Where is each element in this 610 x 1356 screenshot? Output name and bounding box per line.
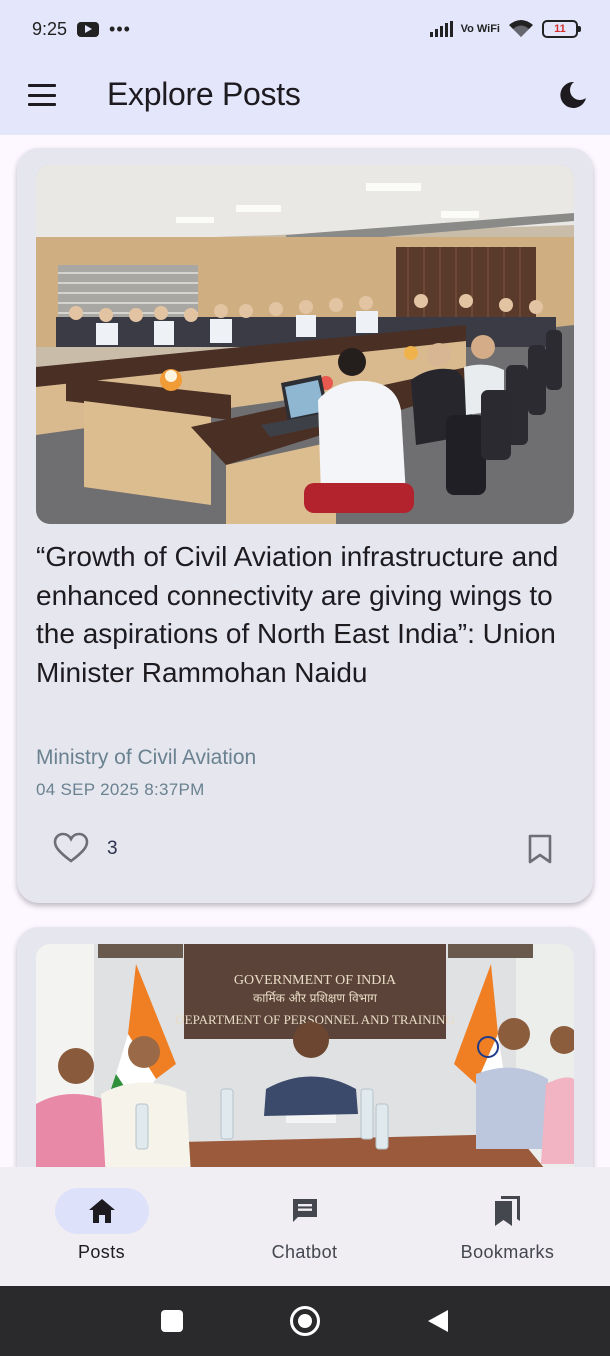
status-bar: 9:25 ••• Vo WiFi 11 [0,0,610,58]
app-bar: Explore Posts [0,58,610,135]
post-image[interactable]: GOVERNMENT OF INDIA कार्मिक और प्रशिक्षण… [36,944,574,1167]
post-title[interactable]: “Growth of Civil Aviation infrastructure… [36,538,576,692]
chat-icon [292,1199,317,1222]
sign-line-1: GOVERNMENT OF INDIA [234,973,397,988]
sign-line-2: कार्मिक और प्रशिक्षण विभाग [253,991,377,1005]
nav-active-indicator [54,1188,149,1234]
nav-item-posts[interactable]: Posts [0,1167,203,1286]
heart-icon[interactable] [53,832,89,864]
home-button[interactable] [290,1306,320,1336]
like-count: 3 [107,838,118,859]
back-button[interactable] [428,1310,448,1332]
vowifi-label: Vo WiFi [460,22,500,35]
nav-item-bookmarks[interactable]: Bookmarks [406,1167,609,1286]
nav-item-chatbot[interactable]: Chatbot [203,1167,406,1286]
system-navigation-bar [0,1286,610,1356]
posts-feed[interactable]: “Growth of Civil Aviation infrastructure… [0,135,610,1167]
cell-signal-icon [429,21,453,37]
more-notifications-icon: ••• [109,18,131,39]
bottom-navigation: Posts Chatbot Bookmarks [0,1167,610,1286]
post-date: 04 SEP 2025 8:37PM [36,780,205,799]
battery-icon: 11 [542,20,581,38]
bookmark-icon[interactable] [527,834,553,864]
youtube-notification-icon [77,21,100,37]
post-card[interactable]: GOVERNMENT OF INDIA कार्मिक और प्रशिक्षण… [17,927,593,1167]
bookmarks-icon [494,1196,520,1226]
nav-label-bookmarks: Bookmarks [460,1242,555,1262]
post-card[interactable]: “Growth of Civil Aviation infrastructure… [17,148,593,903]
post-source: Ministry of Civil Aviation [36,746,257,769]
nav-label-posts: Posts [77,1242,126,1262]
recents-button[interactable] [161,1310,183,1332]
status-time: 9:25 [32,18,68,39]
nav-label-chatbot: Chatbot [271,1242,338,1262]
page-title: Explore Posts [107,76,301,112]
wifi-icon [509,20,533,37]
home-icon [88,1199,115,1223]
moon-icon[interactable] [558,80,588,110]
menu-icon[interactable] [28,84,56,106]
post-image[interactable] [36,165,574,524]
